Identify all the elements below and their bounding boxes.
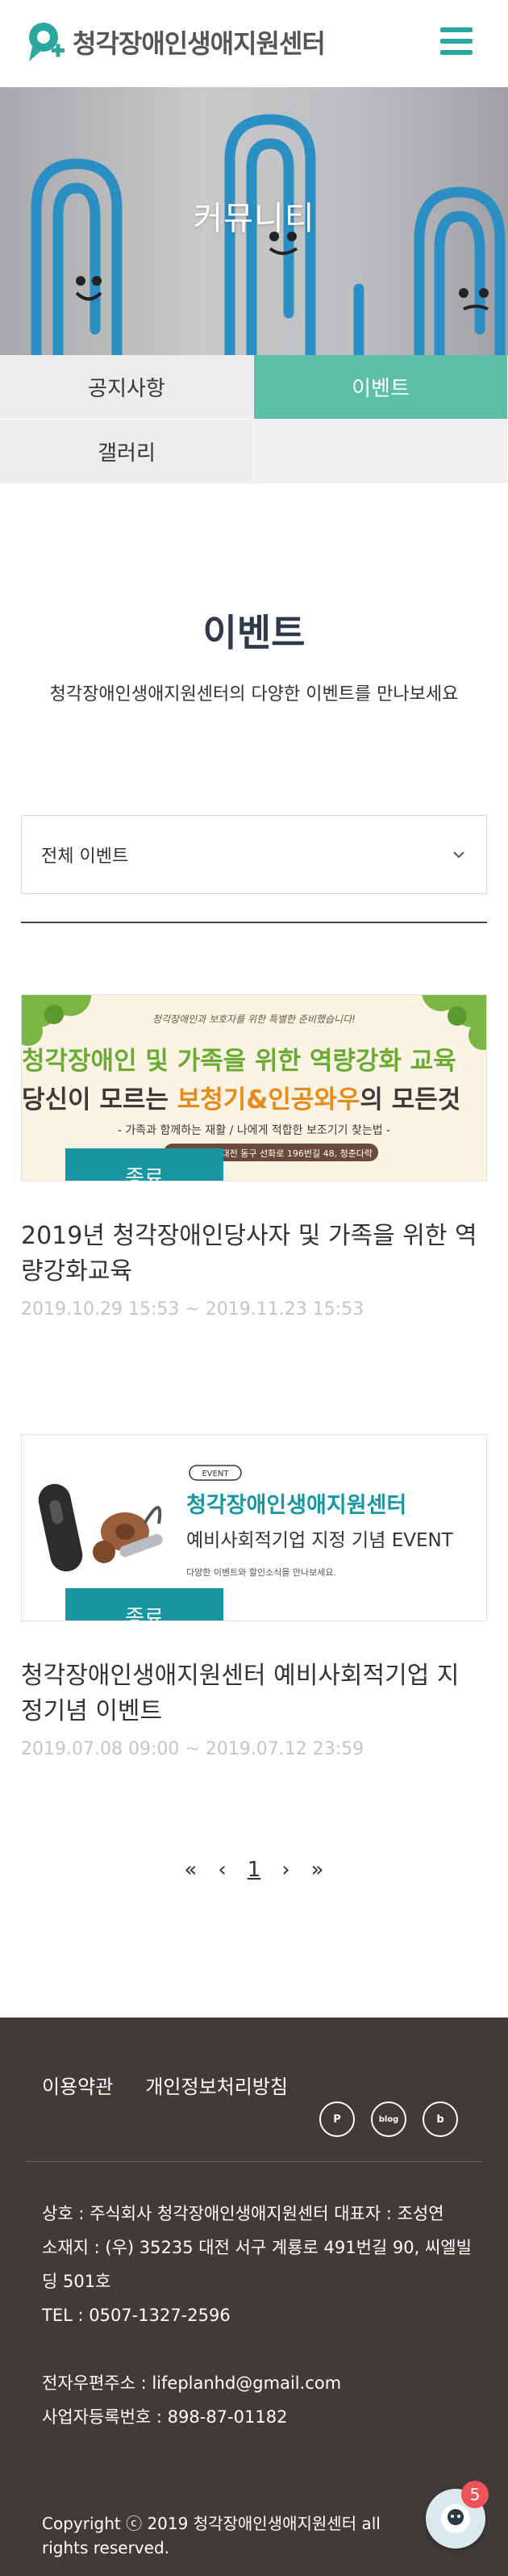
tab-event[interactable]: 이벤트 [254,355,508,420]
poster-tag: EVENT [202,1470,229,1478]
event-thumbnail[interactable]: EVENT 청각장애인생애지원센터 예비사회적기업 지정 기념 EVENT 다양… [21,1434,487,1621]
hero-title: 커뮤니티 [193,200,315,237]
tab-notice[interactable]: 공지사항 [0,355,254,420]
community-tabs: 공지사항 이벤트 갤러리 [0,355,508,484]
post-icon[interactable]: P [319,2101,355,2137]
logo[interactable]: 청각장애인생애지원센터 [26,19,326,65]
page-title: 이벤트 [202,611,306,654]
poster-line2a: 당신이 모르는 [22,1085,177,1114]
status-badge: 종료 [65,1588,223,1620]
privacy-policy-link[interactable]: 개인정보처리방침 [145,2071,288,2099]
divider [21,922,487,923]
event-filter-select[interactable]: 전체 이벤트 [21,815,487,894]
first-page-button[interactable]: « [181,1858,200,1882]
poster-line3: 다양한 이벤트와 할인소식을 만나보세요. [186,1567,336,1578]
poster-line3: - 가족과 함께하는 재활 / 나에게 적합한 보조기기 찾는법 - [118,1124,390,1137]
tab-empty-cell [254,420,508,484]
chat-button[interactable]: 5 [426,2481,489,2549]
status-badge: 종료 [65,1148,223,1181]
event-title[interactable]: 청각장애인생애지원센터 예비사회적기업 지정기념 이벤트 [21,1658,487,1729]
poster-line2: 예비사회적기업 지정 기념 EVENT [186,1530,454,1551]
svg-text:청각장애인과 보호자를 위한 특별한 준비했습니다!: 청각장애인과 보호자를 위한 특별한 준비했습니다! [152,1014,356,1025]
page-number-current[interactable]: 1 [244,1858,264,1882]
event-thumbnail[interactable]: 청각장애인과 보호자를 위한 특별한 준비했습니다! 청각장애인 및 가족을 위… [21,994,487,1181]
copyright: Copyright ⓒ 2019 청각장애인생애지원센터 all rights … [42,2514,381,2557]
company-address: 소재지 : (우) 35235 대전 서구 계룡로 491번길 90, 씨엘빌딩… [42,2238,472,2291]
band-icon[interactable]: b [423,2101,458,2137]
next-page-button[interactable]: › [278,1858,293,1882]
poster-line2b: 보청기&인공와우 [177,1085,360,1114]
page-subtitle: 청각장애인생애지원센터의 다양한 이벤트를 만나보세요 [49,684,459,705]
blog-icon[interactable]: blog [371,2101,406,2137]
chevron-down-icon [453,851,464,859]
footer-links: 이용약관 개인정보처리방침 [42,2071,288,2099]
section-heading: 이벤트 청각장애인생애지원센터의 다양한 이벤트를 만나보세요 [0,604,508,705]
company-info: 상호 : 주식회사 청각장애인생애지원센터 대표자 : 조성연 소재지 : (우… [42,2197,477,2434]
event-card[interactable]: 청각장애인과 보호자를 위한 특별한 준비했습니다! 청각장애인 및 가족을 위… [21,994,487,1319]
hamburger-menu-button[interactable] [440,27,473,56]
filter-selected-value: 전체 이벤트 [41,847,129,867]
social-links: P blog b [319,2101,458,2137]
company-tel: TEL : 0507-1327-2596 [42,2306,231,2325]
pagination: « ‹ 1 › » [0,1858,508,1882]
business-number: 사업자등록번호 : 898-87-01182 [42,2407,288,2427]
poster-line2c: 의 모든것 [360,1085,460,1114]
prev-page-button[interactable]: ‹ [214,1858,229,1882]
hero-banner: 커뮤니티 [0,87,508,355]
event-date: 2019.10.29 15:53 ~ 2019.11.23 15:53 [21,1299,364,1319]
site-footer: 이용약관 개인정보처리방침 P blog b 상호 : 주식회사 청각장애인생애… [0,2018,508,2576]
hamburger-icon [440,27,473,32]
tab-gallery[interactable]: 갤러리 [0,420,254,484]
company-email: 전자우편주소 : lifeplanhd@gmail.com [42,2373,342,2393]
logo-pin-icon [29,23,65,61]
company-name: 상호 : 주식회사 청각장애인생애지원센터 대표자 : 조성연 [42,2204,444,2223]
footer-divider [26,2161,482,2162]
logo-text: 청각장애인생애지원센터 [73,28,326,59]
terms-link[interactable]: 이용약관 [42,2071,113,2099]
event-date: 2019.07.08 09:00 ~ 2019.07.12 23:59 [21,1739,364,1759]
event-title[interactable]: 2019년 청각장애인당사자 및 가족을 위한 역량강화교육 [21,1219,487,1290]
svg-text:당신이 모르는 보청기&인공와우의 모든것: 당신이 모르는 보청기&인공와우의 모든것 [22,1085,460,1114]
poster-line1: 청각장애인생애지원센터 [186,1493,406,1518]
last-page-button[interactable]: » [308,1858,327,1882]
site-header: 청각장애인생애지원센터 [0,0,508,87]
poster-line1: 청각장애인 및 가족을 위한 역량강화 교육 [22,1047,456,1076]
notification-badge: 5 [461,2481,489,2508]
event-card[interactable]: EVENT 청각장애인생애지원센터 예비사회적기업 지정 기념 EVENT 다양… [21,1434,487,1759]
